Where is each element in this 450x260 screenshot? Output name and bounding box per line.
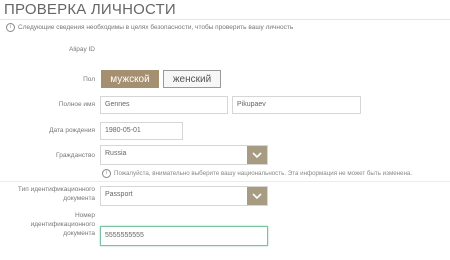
gender-label: Пол xyxy=(83,76,95,83)
citizenship-label: Гражданство xyxy=(56,152,95,159)
last-name-input[interactable]: Pikupaev xyxy=(232,96,361,114)
citizenship-value: Russia xyxy=(105,150,127,157)
id-type-value: Passport xyxy=(105,191,133,198)
page-title: ПРОВЕРКА ЛИЧНОСТИ xyxy=(4,1,176,18)
alipay-id-label: Alipay ID xyxy=(68,46,95,53)
id-number-input[interactable]: 5555555555 xyxy=(100,226,268,246)
dob-input[interactable]: 1980-05-01 xyxy=(100,122,183,140)
divider xyxy=(0,181,450,182)
citizenship-notice-text: Пожалуйста, внимательно выберите вашу на… xyxy=(114,170,413,177)
gender-female-button[interactable]: женский xyxy=(163,70,221,88)
id-number-label-line3: документа xyxy=(63,230,95,237)
id-number-label-line1: Номер xyxy=(74,212,95,219)
chevron-down-icon[interactable] xyxy=(247,187,267,205)
info-text: Следующие сведения необходимы в целях бе… xyxy=(18,24,294,31)
citizenship-select[interactable]: Russia xyxy=(100,145,268,165)
first-name-input[interactable]: Gennes xyxy=(100,96,228,114)
id-number-label-line2: идентификационного xyxy=(30,221,95,228)
title-divider xyxy=(0,19,450,20)
id-type-label-line2: документа xyxy=(63,195,95,202)
gender-male-button[interactable]: мужской xyxy=(101,70,159,88)
info-icon: i xyxy=(102,169,111,178)
citizenship-notice: i Пожалуйста, внимательно выберите вашу … xyxy=(102,169,412,178)
info-line: i Следующие сведения необходимы в целях … xyxy=(6,23,293,32)
dob-label: Дата рождения xyxy=(49,127,95,134)
info-icon: i xyxy=(6,23,15,32)
id-type-label-line1: Тип идентификационного xyxy=(17,186,95,193)
chevron-down-icon[interactable] xyxy=(247,146,267,164)
fullname-label: Полное имя xyxy=(58,101,95,108)
id-type-select[interactable]: Passport xyxy=(100,186,268,206)
